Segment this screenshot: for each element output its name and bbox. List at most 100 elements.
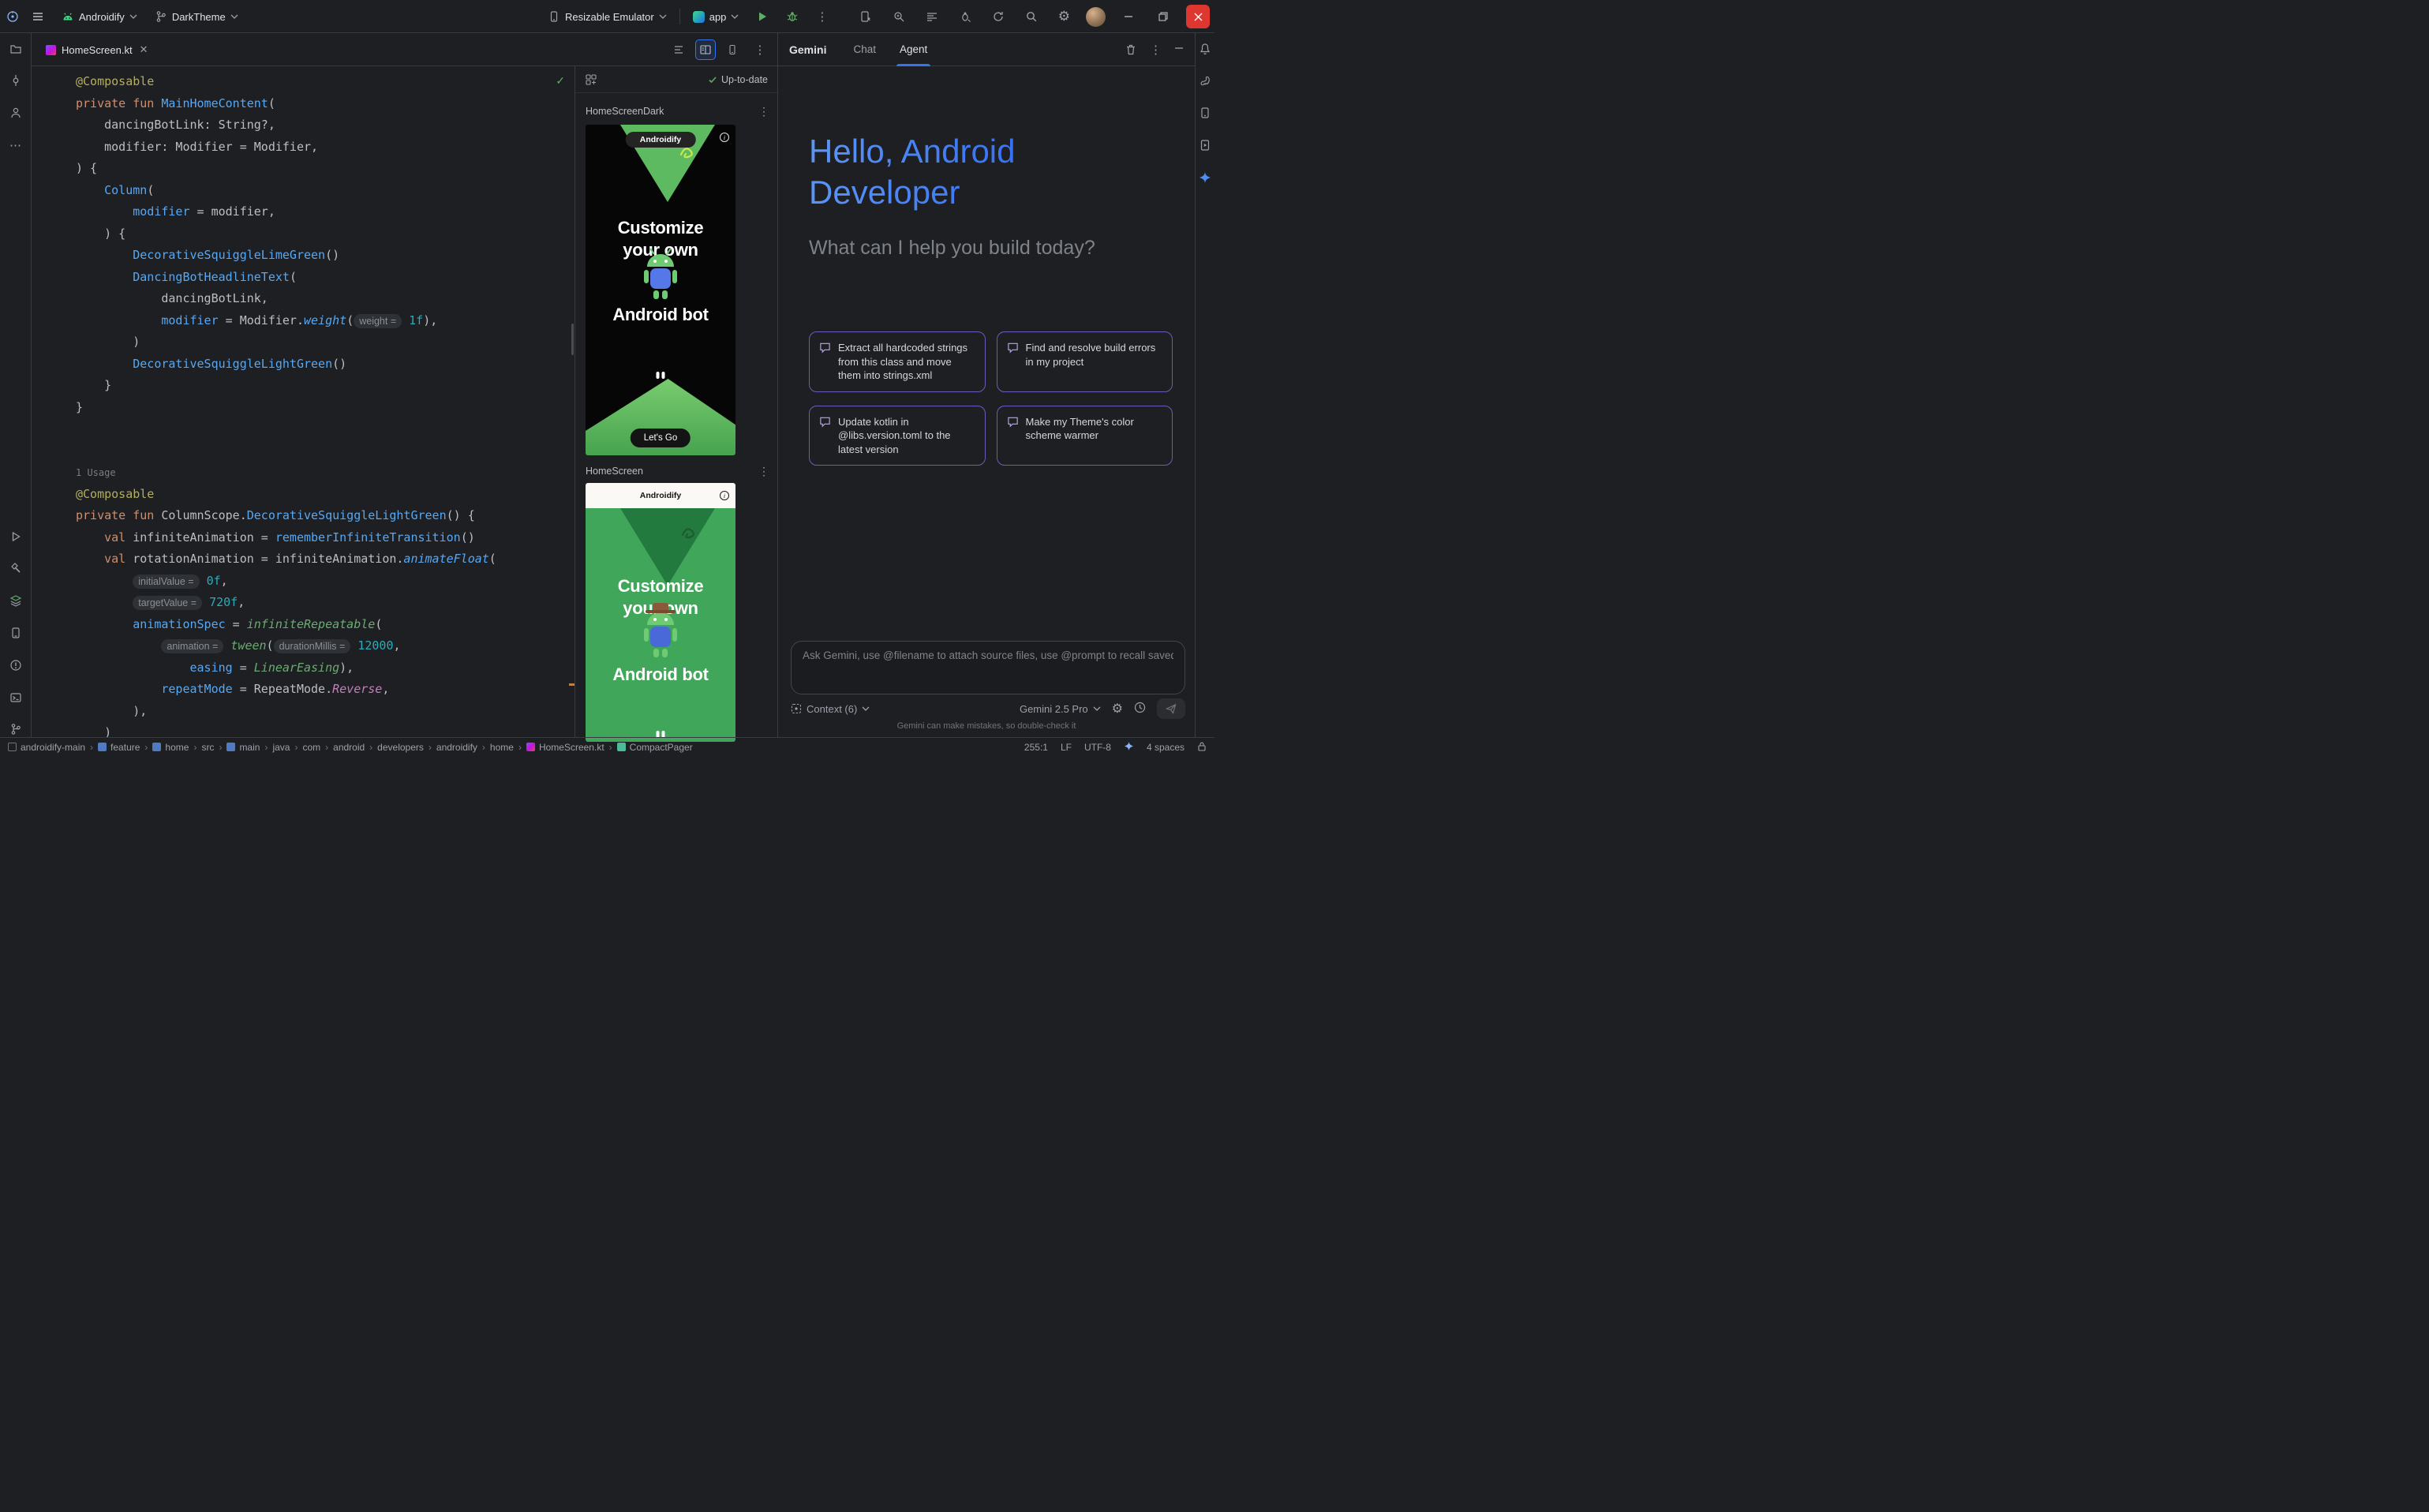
- model-selector[interactable]: Gemini 2.5 Pro: [1020, 703, 1101, 715]
- preview-phone-dark: Androidify i Customize your own Android …: [586, 125, 735, 455]
- breadcrumb-separator: ›: [609, 742, 612, 753]
- code-editor[interactable]: @Composableprivate fun MainHomeContent( …: [32, 66, 575, 737]
- breadcrumb-item[interactable]: src: [201, 742, 214, 753]
- breadcrumb-item[interactable]: home: [152, 742, 189, 753]
- prompt-history-button[interactable]: [1134, 702, 1146, 716]
- write-access-button[interactable]: [1197, 741, 1207, 754]
- build-tool-button[interactable]: [5, 557, 27, 579]
- preview-name-dark: HomeScreenDark: [586, 106, 664, 117]
- breadcrumb-separator: ›: [325, 742, 328, 753]
- gradle-tool-button[interactable]: [1194, 69, 1216, 92]
- breadcrumb-item[interactable]: androidify: [436, 742, 477, 753]
- breadcrumb-item[interactable]: java: [272, 742, 290, 753]
- vcs-branch-selector[interactable]: DarkTheme: [150, 7, 243, 26]
- tab-agent[interactable]: Agent: [896, 33, 930, 66]
- logcat-icon: [926, 10, 938, 23]
- breadcrumb-item[interactable]: android: [333, 742, 365, 753]
- indent-setting[interactable]: 4 spaces: [1147, 742, 1185, 753]
- code-lines: @Composableprivate fun MainHomeContent( …: [32, 71, 575, 737]
- emulator-phone-icon: [9, 627, 22, 639]
- sync-project-button[interactable]: [987, 7, 1009, 26]
- debug-button[interactable]: [781, 7, 803, 26]
- running-devices-tool-button[interactable]: [5, 622, 27, 644]
- trash-icon: [1125, 43, 1137, 56]
- tab-homescreen-kt[interactable]: HomeScreen.kt ✕: [38, 33, 156, 66]
- editor-scrollbar[interactable]: [571, 324, 574, 355]
- breadcrumb-item[interactable]: androidify-main: [8, 742, 85, 753]
- editor-mode-split-button[interactable]: [695, 39, 716, 60]
- breadcrumb-item[interactable]: developers: [377, 742, 424, 753]
- close-icon: [1194, 13, 1203, 21]
- more-actions-button[interactable]: ⋮: [811, 6, 833, 27]
- device-manager-tool-button[interactable]: [1194, 102, 1216, 124]
- suggestion-card[interactable]: Extract all hardcoded strings from this …: [809, 331, 986, 392]
- breadcrumb-item[interactable]: home: [490, 742, 514, 753]
- logcat-button[interactable]: [921, 7, 943, 26]
- terminal-tool-button[interactable]: [5, 687, 27, 709]
- search-everywhere-button[interactable]: [1020, 7, 1042, 26]
- editor-mode-code-button[interactable]: [668, 39, 689, 60]
- commit-tool-button[interactable]: [5, 69, 27, 92]
- layout-inspector-icon: [893, 10, 905, 23]
- context-icon: [791, 703, 802, 714]
- run-tool-button[interactable]: [5, 526, 27, 548]
- status-bar: androidify-main›feature›home›src›main›ja…: [0, 737, 1214, 756]
- decorative-triangle: [620, 508, 715, 586]
- tab-close-icon[interactable]: ✕: [140, 43, 148, 56]
- settings-button[interactable]: ⚙: [1054, 7, 1075, 26]
- run-configuration-selector[interactable]: app: [688, 8, 744, 26]
- window-close-button[interactable]: [1186, 5, 1210, 28]
- clear-chat-button[interactable]: [1125, 43, 1137, 56]
- scrollbar-change-mark: [569, 683, 575, 686]
- device-selector[interactable]: Resizable Emulator: [543, 7, 672, 26]
- caret-position[interactable]: 255:1: [1024, 742, 1048, 753]
- pull-requests-tool-button[interactable]: [5, 102, 27, 124]
- tab-chat[interactable]: Chat: [850, 33, 879, 66]
- project-selector[interactable]: Androidify: [57, 7, 142, 26]
- running-devices-tool-button[interactable]: [1194, 134, 1216, 156]
- hide-panel-button[interactable]: [1174, 43, 1184, 57]
- run-button[interactable]: [751, 7, 773, 26]
- editor-options-kebab[interactable]: ⋮: [750, 40, 769, 59]
- context-label: Context (6): [807, 703, 857, 715]
- breadcrumb-item[interactable]: HomeScreen.kt: [526, 742, 604, 753]
- gemini-settings-button[interactable]: ⚙: [1112, 701, 1123, 717]
- kotlin-icon: [526, 743, 535, 751]
- window-maximize-button[interactable]: [1151, 5, 1175, 28]
- gemini-input[interactable]: Ask Gemini, use @filename to attach sour…: [791, 641, 1185, 694]
- notifications-button[interactable]: [1194, 38, 1216, 60]
- send-button[interactable]: [1157, 698, 1185, 719]
- inspections-ok-icon[interactable]: ✓: [556, 74, 565, 88]
- file-encoding[interactable]: UTF-8: [1084, 742, 1111, 753]
- preview-kebab-icon[interactable]: ⋮: [758, 465, 769, 478]
- editor-mode-design-button[interactable]: [722, 39, 743, 60]
- breadcrumb-item[interactable]: feature: [98, 742, 140, 753]
- problems-icon: [9, 659, 22, 672]
- more-tool-windows-button[interactable]: ⋯: [5, 134, 27, 156]
- breadcrumb-item[interactable]: main: [226, 742, 260, 753]
- project-tool-button[interactable]: [5, 38, 27, 60]
- preview-kebab-icon[interactable]: ⋮: [758, 105, 769, 118]
- user-avatar[interactable]: [1086, 7, 1106, 27]
- breadcrumb-item[interactable]: com: [302, 742, 320, 753]
- line-ending[interactable]: LF: [1061, 742, 1072, 753]
- gemini-tool-button[interactable]: [1194, 167, 1216, 189]
- layout-inspector-button[interactable]: [888, 7, 910, 26]
- gemini-options-kebab[interactable]: ⋮: [1150, 43, 1162, 57]
- suggestion-card[interactable]: Make my Theme's color scheme warmer: [997, 406, 1173, 466]
- app-quality-insights-button[interactable]: [954, 7, 976, 26]
- window-minimize-button[interactable]: [1117, 5, 1140, 28]
- main-menu-button[interactable]: [27, 7, 49, 26]
- breadcrumb-item[interactable]: CompactPager: [617, 742, 693, 753]
- services-tool-button[interactable]: [5, 589, 27, 612]
- hammer-icon: [9, 562, 22, 574]
- preview-headline: Customize: [586, 218, 735, 238]
- context-selector[interactable]: Context (6): [791, 703, 870, 715]
- preview-layout-button[interactable]: [585, 73, 597, 86]
- suggestion-card[interactable]: Update kotlin in @libs.version.toml to t…: [809, 406, 986, 466]
- device-manager-button[interactable]: [855, 7, 877, 26]
- problems-tool-button[interactable]: [5, 654, 27, 676]
- folder-icon: [226, 743, 235, 751]
- ai-status-button[interactable]: [1124, 741, 1134, 754]
- suggestion-card[interactable]: Find and resolve build errors in my proj…: [997, 331, 1173, 392]
